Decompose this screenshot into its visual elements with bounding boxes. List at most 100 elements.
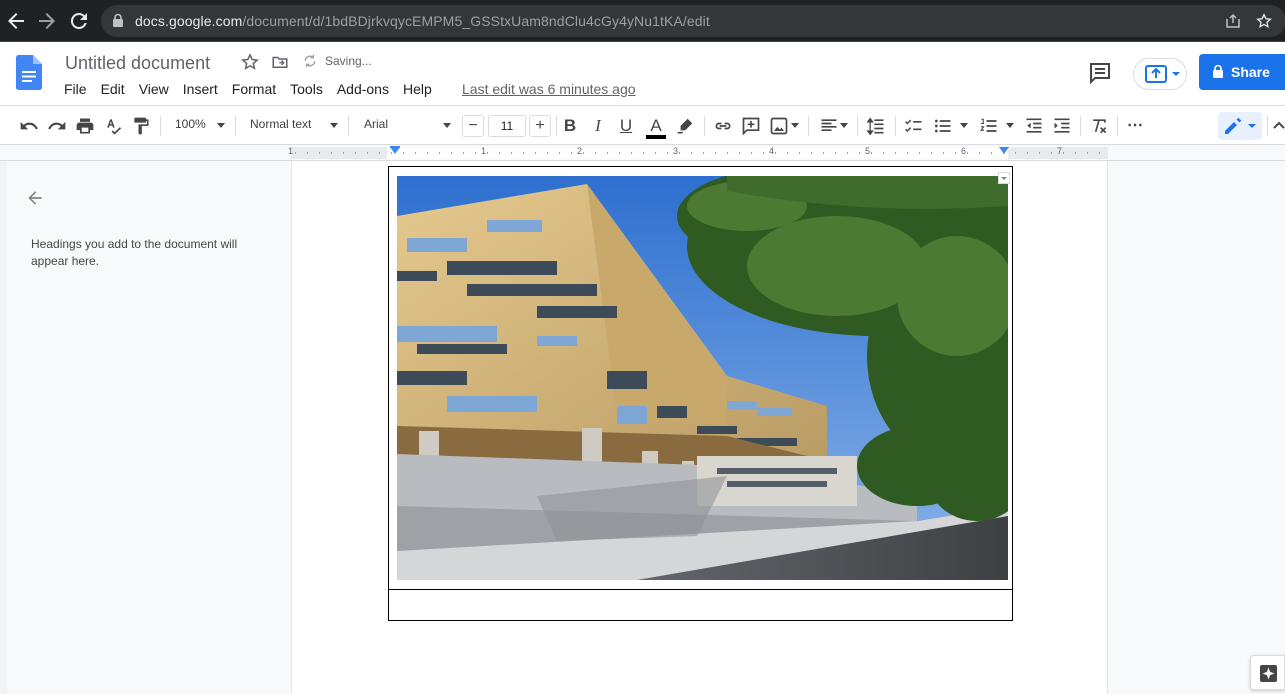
- line-spacing-icon[interactable]: [864, 114, 888, 138]
- first-line-indent-marker[interactable]: [390, 146, 400, 148]
- editing-mode-button[interactable]: [1218, 112, 1262, 140]
- italic-button[interactable]: I: [586, 114, 610, 138]
- decrease-indent-icon[interactable]: [1022, 114, 1046, 138]
- ruler-tick: [931, 152, 932, 154]
- ruler-tick: [295, 152, 296, 154]
- ruler-tick: [667, 152, 668, 154]
- reload-icon[interactable]: [67, 9, 91, 33]
- zoom-caret-icon: [217, 123, 225, 128]
- right-indent-marker[interactable]: [999, 147, 1009, 154]
- present-button[interactable]: [1133, 58, 1187, 90]
- docs-logo-icon[interactable]: [16, 55, 42, 90]
- last-edit-link[interactable]: Last edit was 6 minutes ago: [462, 81, 636, 97]
- ruler-tick: [979, 152, 980, 154]
- comment-history-icon[interactable]: [1088, 61, 1112, 85]
- ruler-tick: [679, 152, 680, 154]
- address-bar[interactable]: docs.google.com/document/d/1bdBDjrkvqycE…: [101, 5, 1285, 37]
- menu-tools[interactable]: Tools: [283, 80, 330, 102]
- insert-link-icon[interactable]: [711, 114, 735, 138]
- menu-edit[interactable]: Edit: [94, 80, 132, 102]
- numbered-list-icon[interactable]: [977, 114, 1001, 138]
- ruler-tick: [1075, 152, 1076, 154]
- explore-button[interactable]: [1250, 655, 1285, 690]
- ruler-tick: [643, 152, 644, 154]
- star-icon[interactable]: [240, 53, 260, 73]
- ruler-label: 7: [1057, 146, 1063, 156]
- redo-icon[interactable]: [45, 114, 69, 138]
- bulleted-list-icon[interactable]: [931, 114, 955, 138]
- paint-format-icon[interactable]: [129, 114, 153, 138]
- back-arrow-icon[interactable]: [4, 9, 28, 33]
- outline-empty-hint: Headings you add to the document will ap…: [31, 237, 238, 268]
- ruler-tick: [739, 152, 740, 154]
- menu-add-ons[interactable]: Add-ons: [330, 80, 396, 102]
- font-size-input[interactable]: 11: [488, 115, 526, 137]
- text-color-button[interactable]: A: [644, 114, 668, 139]
- ruler-tick: [847, 152, 848, 154]
- highlight-color-icon[interactable]: [673, 114, 697, 138]
- ruler-tick: [1039, 152, 1040, 154]
- font-family-select[interactable]: Arial: [364, 117, 388, 131]
- ruler-tick: [583, 152, 584, 154]
- more-options-button[interactable]: ⋯: [1123, 114, 1147, 138]
- menu-format[interactable]: Format: [225, 80, 283, 102]
- font-caret-icon: [443, 123, 451, 128]
- building-photo[interactable]: [397, 176, 1008, 580]
- move-folder-icon[interactable]: [270, 53, 290, 73]
- forward-arrow-icon[interactable]: [35, 9, 59, 33]
- ruler-tick: [835, 152, 836, 154]
- bold-button[interactable]: B: [558, 114, 582, 138]
- align-left-icon[interactable]: [817, 114, 841, 138]
- ruler-tick: [991, 152, 992, 154]
- increase-indent-icon[interactable]: [1050, 114, 1074, 138]
- document-table[interactable]: [388, 166, 1013, 621]
- spellcheck-icon[interactable]: [101, 114, 125, 138]
- lock-icon: [113, 14, 123, 27]
- underline-button[interactable]: U: [614, 114, 638, 138]
- ruler-label: 3: [673, 146, 679, 156]
- ruler-tick: [499, 152, 500, 154]
- menu-file[interactable]: File: [57, 80, 94, 102]
- ruler-tick: [319, 152, 320, 154]
- ruler-tick: [451, 152, 452, 154]
- share-button[interactable]: Share: [1199, 54, 1285, 90]
- print-icon[interactable]: [73, 114, 97, 138]
- bookmark-star-icon[interactable]: [1255, 13, 1273, 31]
- menu-view[interactable]: View: [132, 80, 176, 102]
- zoom-select[interactable]: 100%: [175, 117, 206, 131]
- clear-formatting-icon[interactable]: [1087, 114, 1111, 138]
- lock-icon: [1213, 65, 1223, 78]
- ruler-tick: [859, 152, 860, 154]
- paragraph-style-select[interactable]: Normal text: [250, 117, 311, 131]
- ruler-tick: [511, 152, 512, 154]
- screen: docs.google.com/document/d/1bdBDjrkvqycE…: [0, 0, 1285, 694]
- ruler-tick: [535, 152, 536, 154]
- insert-image-icon[interactable]: [767, 114, 791, 138]
- ruler-tick: [703, 152, 704, 154]
- share-label: Share: [1231, 64, 1270, 80]
- ruler-label: 5: [865, 146, 871, 156]
- ruler-tick: [1087, 152, 1088, 154]
- formatting-toolbar: 100% Normal text Arial − 11 + B I U A ⋯: [0, 105, 1285, 145]
- checklist-icon[interactable]: [902, 114, 926, 138]
- increase-font-size-button[interactable]: +: [529, 115, 551, 137]
- menu-help[interactable]: Help: [396, 80, 439, 102]
- building-photo-image: [397, 176, 1008, 580]
- toolbar-divider: [1080, 116, 1081, 136]
- cell-dropdown-icon[interactable]: [998, 172, 1010, 184]
- ruler-tick: [619, 152, 620, 154]
- share-page-icon[interactable]: [1224, 13, 1242, 31]
- add-comment-icon[interactable]: [739, 114, 763, 138]
- bullet-caret-icon: [960, 123, 968, 128]
- ruler-tick: [367, 152, 368, 154]
- ruler-label: 6: [961, 146, 967, 156]
- left-indent-marker[interactable]: [390, 147, 400, 154]
- undo-icon[interactable]: [17, 114, 41, 138]
- close-outline-arrow-icon[interactable]: [25, 188, 45, 208]
- ruler-tick: [691, 152, 692, 154]
- doc-title[interactable]: Untitled document: [65, 53, 210, 74]
- decrease-font-size-button[interactable]: −: [462, 115, 484, 137]
- menu-insert[interactable]: Insert: [176, 80, 225, 102]
- collapse-menus-icon[interactable]: [1272, 114, 1285, 138]
- ruler-tick: [427, 152, 428, 154]
